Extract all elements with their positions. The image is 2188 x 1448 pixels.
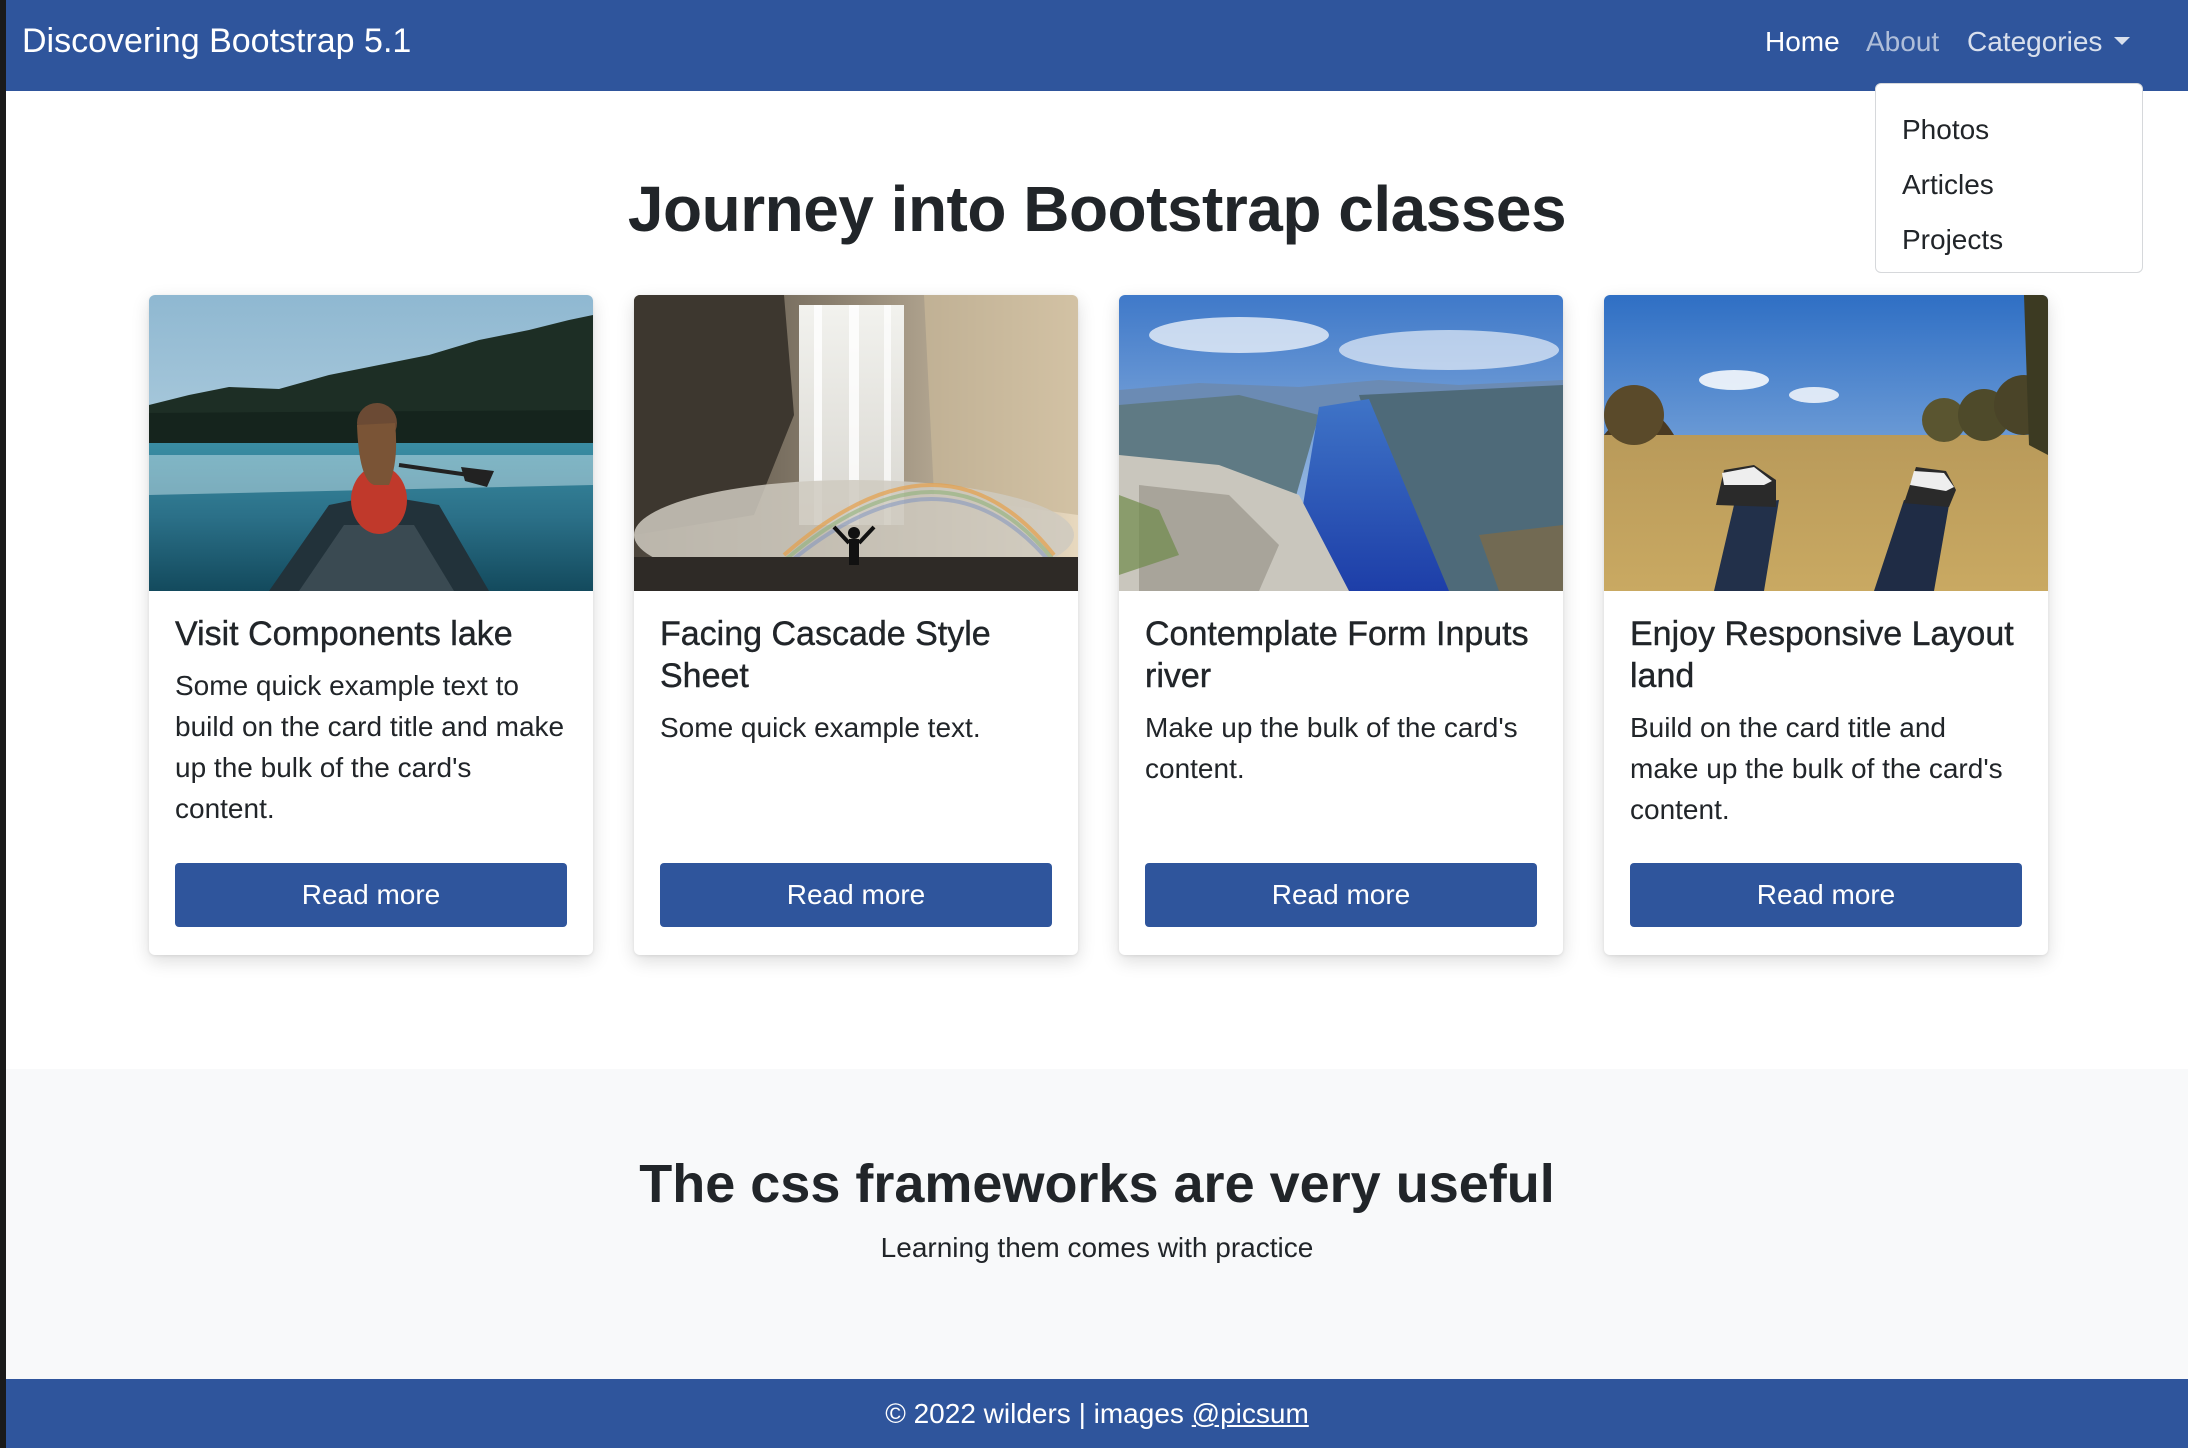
nav-categories-label: Categories: [1967, 26, 2103, 57]
read-more-button[interactable]: Read more: [1630, 863, 2022, 927]
card-body: Contemplate Form Inputs river Make up th…: [1145, 613, 1537, 789]
card-text: Some quick example text to build on the …: [175, 670, 565, 824]
card-cascade-style-sheet: Facing Cascade Style Sheet Some quick ex…: [634, 295, 1078, 955]
card-title: Visit Components lake: [175, 615, 513, 653]
lake-canoe-photo: [149, 295, 593, 591]
footer-picsum-link[interactable]: @picsum: [1192, 1398, 1309, 1429]
card-text: Some quick example text.: [660, 712, 981, 743]
card-body: Enjoy Responsive Layout land Build on th…: [1630, 613, 2022, 830]
nav-link-home[interactable]: Home: [1765, 26, 1840, 58]
page-title: Journey into Bootstrap classes: [627, 173, 1567, 245]
card-body: Visit Components lake Some quick example…: [175, 613, 567, 829]
nav-link-about[interactable]: About: [1866, 26, 1939, 58]
card-title: Enjoy Responsive Layout land: [1630, 615, 2014, 695]
card-title: Facing Cascade Style Sheet: [660, 615, 991, 695]
field-sneakers-photo: [1604, 295, 2048, 591]
navbar: Discovering Bootstrap 5.1 Home About Cat…: [6, 0, 2188, 91]
navbar-brand[interactable]: Discovering Bootstrap 5.1: [22, 22, 411, 61]
card-form-inputs-river: Contemplate Form Inputs river Make up th…: [1119, 295, 1563, 955]
footer: © 2022 wilders | images @picsum: [6, 1379, 2188, 1448]
footer-text: © 2022 wilders | images: [885, 1398, 1192, 1429]
card-title: Contemplate Form Inputs river: [1145, 615, 1529, 695]
read-more-button[interactable]: Read more: [1145, 863, 1537, 927]
dropdown-item-photos[interactable]: Photos: [1876, 102, 2142, 157]
card-responsive-layout-land: Enjoy Responsive Layout land Build on th…: [1604, 295, 2048, 955]
read-more-button[interactable]: Read more: [660, 863, 1052, 927]
read-more-button[interactable]: Read more: [175, 863, 567, 927]
section-subtitle: Learning them comes with practice: [880, 1232, 1314, 1263]
nav-categories-toggle[interactable]: Categories: [1967, 26, 2131, 58]
card-components-lake: Visit Components lake Some quick example…: [149, 295, 593, 955]
section-title: The css frameworks are very useful: [639, 1154, 1555, 1214]
info-section: The css frameworks are very useful Learn…: [6, 1069, 2188, 1379]
card-text: Make up the bulk of the card's content.: [1145, 712, 1518, 784]
waterfall-rainbow-photo: [634, 295, 1078, 591]
caret-down-icon: [2114, 36, 2131, 45]
page: Discovering Bootstrap 5.1 Home About Cat…: [6, 0, 2188, 1448]
fjord-river-photo: [1119, 295, 1563, 591]
card-body: Facing Cascade Style Sheet Some quick ex…: [660, 613, 1052, 748]
card-text: Build on the card title and make up the …: [1630, 712, 2003, 825]
